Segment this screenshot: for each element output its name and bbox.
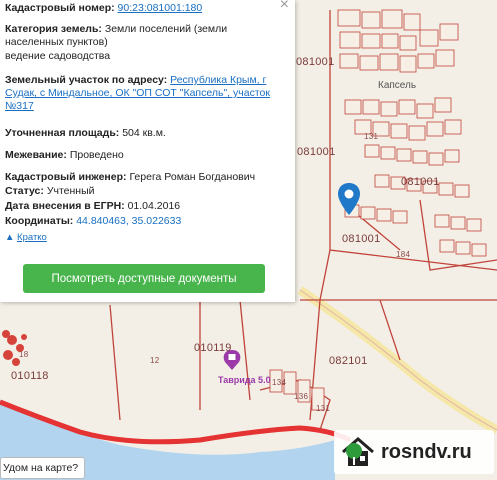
lot-number: 184 <box>396 250 411 259</box>
address-row: Земельный участок по адресу: Республика … <box>5 74 285 113</box>
cadastral-number-link[interactable]: 90:23:081001:180 <box>118 2 203 14</box>
collapse-row[interactable]: ▲ Кратко <box>5 231 285 244</box>
lot-number: 131 <box>316 404 331 413</box>
town-label: Капсель <box>378 80 417 91</box>
cadastral-row: Кадастровый номер: 90:23:081001:180 <box>5 2 285 15</box>
survey-label: Межевание: <box>5 149 67 161</box>
lot-number: 18 <box>19 350 29 359</box>
usage-row: ведение садоводства <box>5 50 285 63</box>
engineer-label: Кадастровый инженер: <box>5 171 127 183</box>
map-prompt-text: Удом на карте? <box>3 462 79 474</box>
egrn-label: Дата внесения в ЕГРН: <box>5 200 125 212</box>
location-pin-icon[interactable] <box>337 182 361 216</box>
status-row: Статус: Учтенный <box>5 185 285 198</box>
parcel-label: 081001 <box>342 233 381 245</box>
coordinates-link[interactable]: 44.840463, 35.022633 <box>76 215 181 227</box>
parcel-info-card: × Кадастровый номер: 90:23:081001:180 Ка… <box>0 0 295 302</box>
lot-number: 12 <box>150 356 160 365</box>
lot-number: 136 <box>294 392 309 401</box>
address-label: Земельный участок по адресу: <box>5 74 168 86</box>
area-value: 504 кв.м. <box>122 127 166 139</box>
house-logo-icon <box>342 437 374 466</box>
category-row: Категория земель: Земли поселений (земли… <box>5 23 285 49</box>
parcel-label: 082101 <box>329 355 368 367</box>
parcel-label: 010119 <box>194 342 232 354</box>
engineer-value: Герега Роман Богданович <box>129 171 256 183</box>
watermark: rosndv.ru <box>334 430 494 474</box>
area-label: Уточненная площадь: <box>5 127 120 139</box>
status-value: Учтенный <box>46 185 95 197</box>
parcel-label: 081001 <box>401 176 440 188</box>
category-label: Категория земель: <box>5 23 102 35</box>
view-documents-button[interactable]: Посмотреть доступные документы <box>23 264 265 293</box>
coords-row: Координаты: 44.840463, 35.022633 <box>5 215 285 228</box>
survey-row: Межевание: Проведено <box>5 149 285 162</box>
egrn-row: Дата внесения в ЕГРН: 01.04.2016 <box>5 200 285 213</box>
coords-label: Координаты: <box>5 215 74 227</box>
survey-value: Проведено <box>69 149 124 161</box>
map-prompt-bubble[interactable]: Удом на карте? <box>0 457 86 479</box>
parcel-label: 010118 <box>11 370 49 382</box>
engineer-row: Кадастровый инженер: Герега Роман Богдан… <box>5 171 285 184</box>
status-label: Статус: <box>5 185 44 197</box>
lot-number: 131 <box>364 132 379 141</box>
parcel-label: 081001 <box>297 146 336 158</box>
lot-number: 134 <box>272 378 287 387</box>
cadastral-label: Кадастровый номер: <box>5 2 115 14</box>
parcel-label: 081001 <box>296 56 335 68</box>
usage-value: ведение садоводства <box>5 50 111 62</box>
egrn-value: 01.04.2016 <box>127 200 181 212</box>
parcel-cluster <box>2 330 27 366</box>
poi-label[interactable]: Таврида 5.0 <box>218 375 271 385</box>
area-row: Уточненная площадь: 504 кв.м. <box>5 127 285 140</box>
watermark-text: rosndv.ru <box>381 440 472 463</box>
collapse-link[interactable]: Кратко <box>17 232 47 243</box>
chevron-up-icon: ▲ <box>5 232 15 243</box>
